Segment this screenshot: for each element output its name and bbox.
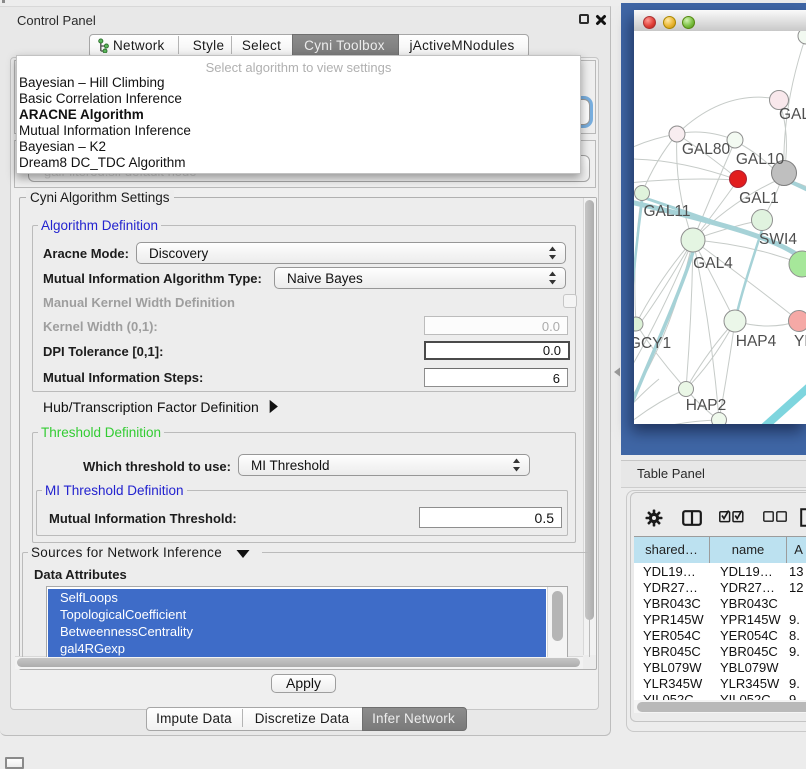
svg-text:HAP4: HAP4 (736, 333, 777, 350)
svg-text:HAP2: HAP2 (686, 397, 727, 414)
svg-text:GAL11: GAL11 (643, 203, 690, 220)
svg-text:GAL2: GAL2 (779, 106, 806, 123)
svg-text:GAL1: GAL1 (739, 190, 779, 207)
svg-text:GAL4: GAL4 (693, 255, 733, 272)
svg-text:GAL80: GAL80 (682, 141, 731, 158)
svg-text:GAL10: GAL10 (736, 151, 785, 168)
svg-text:YM: YM (794, 333, 806, 350)
svg-text:SWI4: SWI4 (759, 231, 797, 248)
svg-text:GCY1: GCY1 (634, 335, 671, 352)
